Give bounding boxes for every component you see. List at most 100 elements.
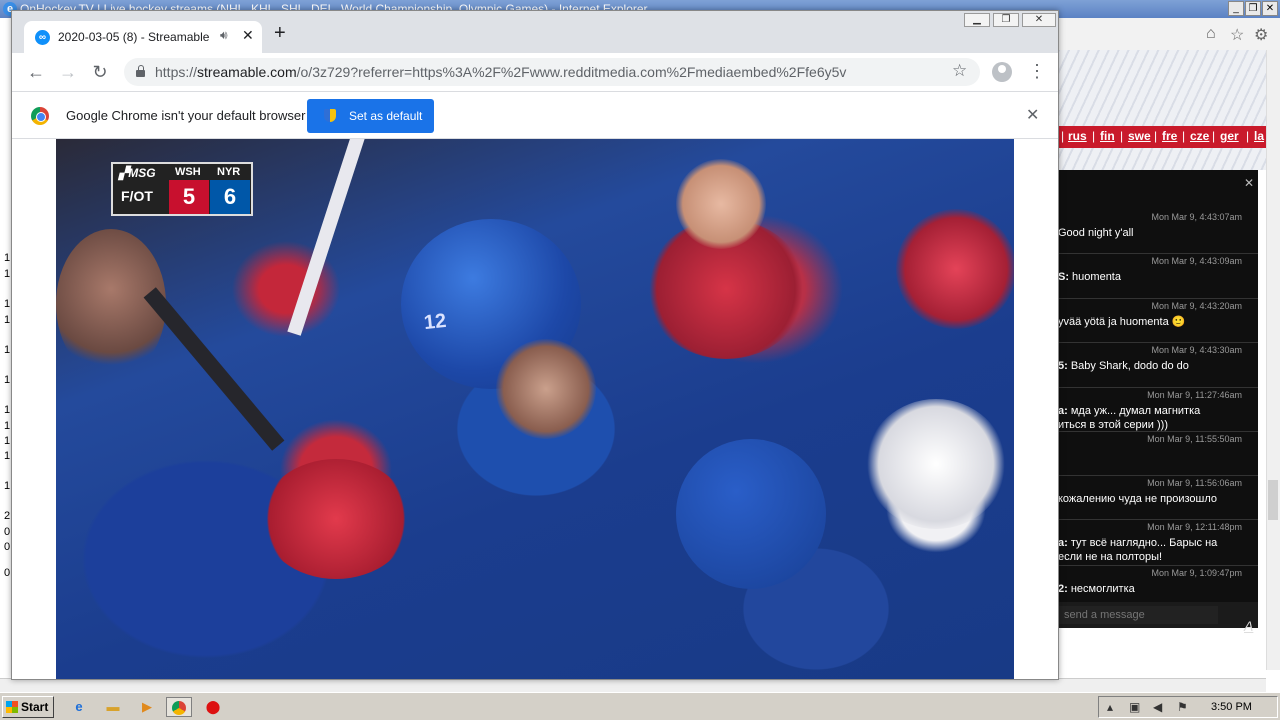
chat-timestamp: Mon Mar 9, 12:11:48pm [1147, 522, 1242, 532]
chat-text: Good night y'all [1058, 227, 1134, 239]
chat-text: S: huomenta [1058, 271, 1121, 283]
player-helmet [676, 439, 826, 589]
volume-icon[interactable]: ◀ [1153, 700, 1162, 714]
set-name-link[interactable]: Set name [1202, 651, 1253, 665]
red-glove [261, 459, 411, 579]
new-tab-plus-icon[interactable]: + [274, 23, 286, 43]
game-period: F/OT [121, 188, 153, 204]
chat-timestamp: Mon Mar 9, 11:55:50am [1147, 434, 1242, 444]
profile-avatar-icon[interactable] [992, 62, 1012, 82]
chrome-restore-icon[interactable]: ❐ [993, 13, 1019, 27]
chat-timestamp: Mon Mar 9, 11:56:06am [1147, 478, 1242, 488]
flag-icon[interactable]: ⚑ [1177, 700, 1188, 714]
chrome-taskbar-icon[interactable] [166, 697, 192, 717]
chat-username: S: [1058, 271, 1069, 283]
left-number: 1 [4, 252, 11, 264]
language-bar: | rus | fin | swe | fre | cze | ger | la [1058, 126, 1268, 148]
infobar-close-icon[interactable]: ✕ [1026, 105, 1039, 125]
chat-message: Mon Mar 9, 11:55:50am [1058, 432, 1258, 476]
close-icon[interactable]: ✕ [1262, 1, 1278, 16]
page-content: 12 ▞MSG F/OT WSH NYR 5 6 [12, 139, 1058, 679]
kebab-menu-icon[interactable]: ⋮ [1028, 61, 1046, 81]
left-number: 1 [4, 268, 11, 280]
back-arrow-icon[interactable]: ← [25, 61, 47, 83]
network-icon[interactable]: ▣ [1129, 700, 1140, 714]
system-tray: ▴ ▣ ◀ ⚑ 3:50 PM [1098, 696, 1278, 718]
infobar-message: Google Chrome isn't your default browser [66, 108, 306, 123]
player-face [496, 339, 596, 439]
url-text[interactable]: https://streamable.com/o/3z729?referrer=… [155, 64, 846, 80]
lock-icon[interactable] [136, 65, 145, 77]
left-number: 0 [4, 567, 11, 579]
ie-toolbar: ⌂ ☆ ⚙ [1058, 18, 1280, 50]
folder-taskbar-icon[interactable]: ▬ [100, 697, 126, 717]
msg-network-logo: ▞MSG [119, 166, 156, 180]
chrome-window: ∞ 2020-03-05 (8) - Streamable 🔊︎ ✕ + ▁ ❐… [11, 10, 1059, 680]
lang-link-ger[interactable]: ger [1220, 129, 1239, 143]
chat-username: 2: [1058, 583, 1068, 595]
chat-username: a: [1058, 405, 1068, 417]
video-player[interactable]: 12 ▞MSG F/OT WSH NYR 5 6 [56, 139, 1014, 679]
tab-close-icon[interactable]: ✕ [242, 27, 254, 44]
chat-text: а: тут всё наглядно... Барыс на если не н… [1058, 537, 1218, 563]
chrome-minimize-icon[interactable]: ▁ [964, 13, 990, 27]
lang-link-fre[interactable]: fre [1162, 129, 1177, 143]
chat-text: a: мда уж... думал магнитка иться в этой … [1058, 405, 1201, 431]
bookmark-star-icon[interactable]: ☆ [952, 61, 967, 81]
left-number: 1 [4, 374, 11, 386]
minimize-icon[interactable]: _ [1228, 1, 1244, 16]
forward-arrow-icon[interactable]: → [57, 61, 79, 83]
tab-title: 2020-03-05 (8) - Streamable [58, 30, 210, 44]
text-format-icon[interactable]: A [1244, 618, 1253, 634]
favorites-star-icon[interactable]: ☆ [1230, 25, 1244, 45]
ie-scroll-thumb[interactable] [1268, 480, 1278, 520]
address-bar[interactable]: https://streamable.com/o/3z729?referrer=… [124, 58, 980, 86]
reload-icon[interactable]: ↻ [89, 61, 111, 83]
left-number: 1 [4, 344, 11, 356]
settings-gear-icon[interactable]: ⚙ [1254, 25, 1268, 45]
restore-icon[interactable]: ❐ [1245, 1, 1261, 16]
home-icon[interactable]: ⌂ [1206, 25, 1216, 43]
raised-hand [676, 159, 766, 249]
chat-message: Mon Mar 9, 4:43:20am yvää yötä ja huomen… [1058, 299, 1258, 343]
security-alert-taskbar-icon[interactable]: ⬤ [200, 697, 226, 717]
scoreboard-overlay: ▞MSG F/OT WSH NYR 5 6 [111, 162, 253, 216]
lang-link-fin[interactable]: fin [1100, 129, 1115, 143]
chat-timestamp: Mon Mar 9, 4:43:09am [1151, 256, 1242, 266]
team2-abbr: NYR [217, 166, 241, 178]
chat-message-input[interactable] [1058, 606, 1218, 624]
lang-link-rus[interactable]: rus [1068, 129, 1087, 143]
chat-close-icon[interactable]: ✕ [1244, 176, 1254, 190]
team1-score: 5 [169, 180, 209, 214]
lang-link-swe[interactable]: swe [1128, 129, 1151, 143]
chat-message: Mon Mar 9, 12:11:48pm а: тут всё наглядн… [1058, 520, 1258, 566]
chrome-tab-strip: ∞ 2020-03-05 (8) - Streamable 🔊︎ ✕ + ▁ ❐… [12, 11, 1058, 53]
tab-streamable[interactable]: ∞ 2020-03-05 (8) - Streamable 🔊︎ ✕ [24, 21, 262, 53]
left-number: 1 [4, 420, 11, 432]
chat-message: Mon Mar 9, 4:43:07am Good night y'all [1058, 210, 1258, 254]
red-glove [896, 209, 1014, 329]
ie-vertical-scrollbar[interactable] [1266, 50, 1280, 670]
chat-timestamp: Mon Mar 9, 4:43:30am [1151, 345, 1242, 355]
set-as-default-button[interactable]: Set as default [307, 99, 434, 133]
hockey-stick [287, 139, 369, 336]
chat-text: 2: несмоглитка [1058, 583, 1135, 595]
chat-timestamp: Mon Mar 9, 1:09:47pm [1151, 568, 1242, 578]
left-number: 0 [4, 541, 11, 553]
chat-text: кожалению чуда не произошло [1058, 493, 1218, 505]
start-button[interactable]: Start [2, 696, 54, 718]
chat-username: а: [1058, 537, 1068, 549]
system-clock[interactable]: 3:50 PM [1211, 701, 1252, 713]
media-player-taskbar-icon[interactable]: ▶ [134, 697, 160, 717]
lang-link-cze[interactable]: cze [1190, 129, 1209, 143]
speaker-icon[interactable]: 🔊︎ [220, 28, 228, 43]
chat-message: Mon Mar 9, 4:43:09am S: huomenta [1058, 254, 1258, 299]
ie-horizontal-scrollbar[interactable] [0, 678, 1266, 692]
hockey-stick [143, 287, 285, 451]
chat-message: Mon Mar 9, 4:43:30am 5: Baby Shark, dodo… [1058, 343, 1258, 388]
uac-shield-icon [324, 109, 336, 122]
lang-link-la[interactable]: la [1254, 129, 1264, 143]
tray-arrow-icon[interactable]: ▴ [1107, 700, 1113, 714]
chrome-close-icon[interactable]: ✕ [1022, 13, 1056, 27]
ie-taskbar-icon[interactable]: e [66, 697, 92, 717]
